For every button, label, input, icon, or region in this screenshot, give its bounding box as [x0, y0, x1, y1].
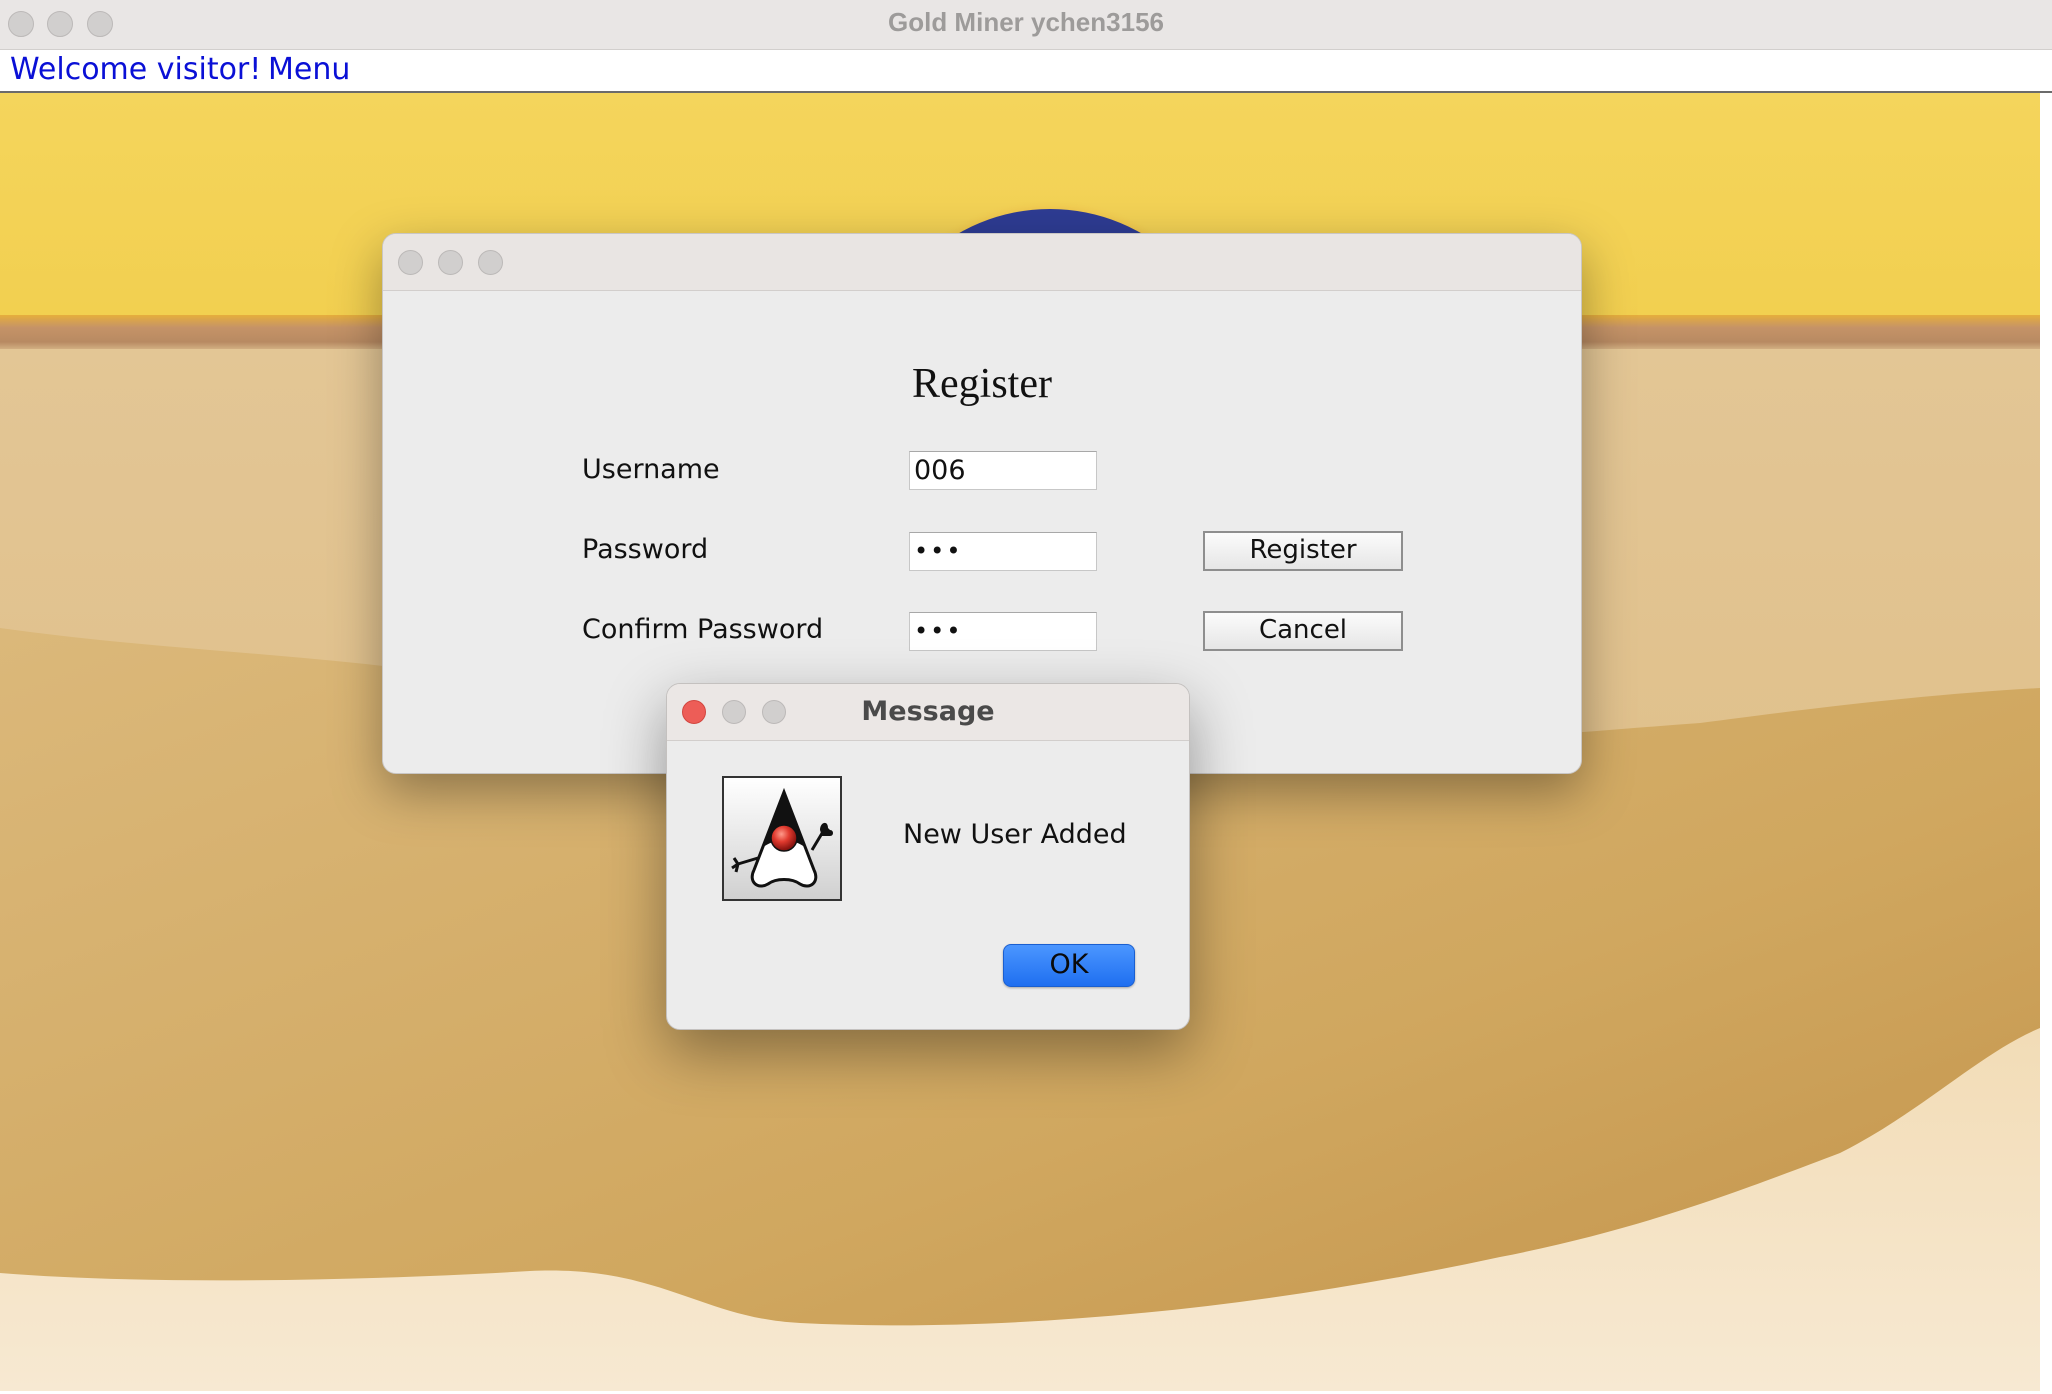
- main-titlebar: Gold Miner ychen3156: [0, 0, 2052, 50]
- confirm-password-field[interactable]: •••: [909, 612, 1097, 651]
- username-field[interactable]: 006: [909, 451, 1097, 490]
- duke-mascot-icon: [724, 778, 840, 899]
- message-title: Message: [861, 696, 995, 727]
- java-duke-icon: [722, 776, 842, 901]
- confirm-password-label: Confirm Password: [582, 614, 824, 645]
- register-maximize-button[interactable]: [478, 250, 503, 275]
- password-field[interactable]: •••: [909, 532, 1097, 571]
- username-label: Username: [582, 454, 720, 485]
- window-title: Gold Miner ychen3156: [888, 7, 1164, 37]
- cancel-button[interactable]: Cancel: [1203, 611, 1403, 651]
- window-right-edge: [2040, 93, 2052, 1394]
- register-dialog-titlebar: [383, 234, 1581, 291]
- register-button[interactable]: Register: [1203, 531, 1403, 571]
- menu-bar: Welcome visitor! Menu: [0, 50, 2052, 93]
- message-text: New User Added: [903, 819, 1127, 850]
- register-minimize-button[interactable]: [438, 250, 463, 275]
- register-close-button[interactable]: [398, 250, 423, 275]
- message-dialog: Message New User Added OK: [666, 683, 1190, 1030]
- ok-button[interactable]: OK: [1003, 944, 1135, 987]
- main-window: Gold Miner ychen3156 Welcome visitor! Me…: [0, 0, 2052, 1394]
- menu-menu[interactable]: Menu: [268, 52, 350, 87]
- message-dialog-titlebar: Message: [667, 684, 1189, 741]
- password-label: Password: [582, 534, 709, 565]
- welcome-menu[interactable]: Welcome visitor!: [10, 52, 261, 87]
- register-heading: Register: [912, 361, 1052, 407]
